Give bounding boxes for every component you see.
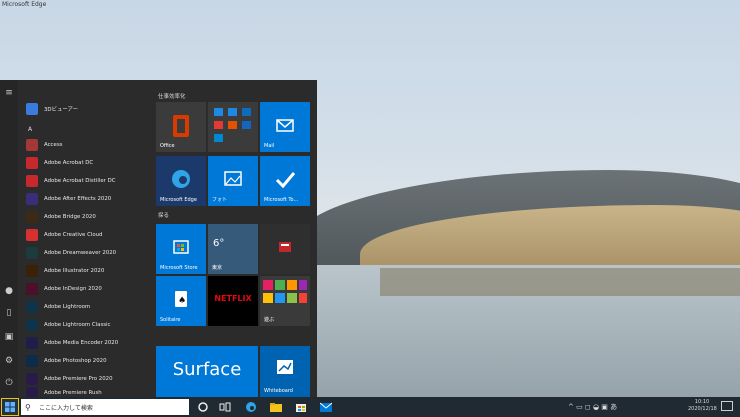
tile-weather[interactable]: 6° 東京 bbox=[208, 224, 258, 274]
acrobat-distiller-icon bbox=[26, 175, 38, 187]
hamburger-icon[interactable]: ≡ bbox=[4, 88, 14, 98]
tile-news[interactable] bbox=[260, 224, 310, 274]
acrobat-icon bbox=[26, 157, 38, 169]
app-item-3d-viewer[interactable]: 3Dビューアー bbox=[26, 102, 78, 116]
search-placeholder: ここに入力して検索 bbox=[39, 404, 93, 412]
3d-viewer-icon bbox=[26, 103, 38, 115]
tile-group-header: 探る bbox=[158, 213, 170, 219]
taskbar: ⚲ ここに入力して検索 ^ ▭ ◻ ◒ ▣ あ 10:10 2020/12/18 bbox=[0, 397, 740, 417]
tile-play-folder[interactable]: 遊ぶ bbox=[260, 276, 310, 326]
start-button[interactable] bbox=[1, 398, 19, 416]
app-item[interactable]: Adobe Media Encoder 2020 bbox=[26, 336, 118, 350]
app-item[interactable]: Adobe Acrobat Distiller DC bbox=[26, 174, 116, 188]
premiere-pro-icon bbox=[26, 373, 38, 385]
tile-photos[interactable]: フォト bbox=[208, 156, 258, 206]
app-item[interactable]: Adobe Illustrator 2020 bbox=[26, 264, 104, 278]
dreamweaver-icon bbox=[26, 247, 38, 259]
media-encoder-icon bbox=[26, 337, 38, 349]
clock-time: 10:10 bbox=[694, 399, 710, 405]
app-item[interactable]: Adobe Bridge 2020 bbox=[26, 210, 96, 224]
app-item[interactable]: Adobe Acrobat DC bbox=[26, 156, 93, 170]
cortana-icon[interactable] bbox=[197, 401, 209, 413]
tile-todo[interactable]: Microsoft To... bbox=[260, 156, 310, 206]
tile-netflix[interactable]: NETFLIX bbox=[208, 276, 258, 326]
lightroom-icon bbox=[26, 301, 38, 313]
file-explorer-icon[interactable] bbox=[270, 401, 282, 413]
app-item[interactable]: Adobe Photoshop 2020 bbox=[26, 354, 107, 368]
surface-logo: Surface bbox=[172, 359, 242, 380]
app-item[interactable]: Adobe Premiere Pro 2020 bbox=[26, 372, 113, 386]
tile-whiteboard[interactable]: Whiteboard bbox=[260, 346, 310, 397]
store-taskbar-icon[interactable] bbox=[295, 401, 307, 413]
search-icon: ⚲ bbox=[25, 402, 31, 412]
lightroom-classic-icon bbox=[26, 319, 38, 331]
creative-cloud-icon bbox=[26, 229, 38, 241]
app-letter-header[interactable]: A bbox=[28, 126, 32, 133]
tile-office-apps-folder[interactable] bbox=[208, 102, 258, 152]
photoshop-icon bbox=[26, 355, 38, 367]
app-item[interactable]: Adobe Lightroom bbox=[26, 300, 90, 314]
start-rail: ≡ ● ▯ ▣ ⚙ ⏻ bbox=[0, 80, 18, 397]
app-item[interactable]: Adobe After Effects 2020 bbox=[26, 192, 111, 206]
app-item[interactable]: Adobe Creative Cloud bbox=[26, 228, 102, 242]
access-icon bbox=[26, 139, 38, 151]
tile-surface[interactable]: Surface bbox=[156, 346, 258, 397]
windows-logo-icon bbox=[5, 402, 15, 412]
tile-edge[interactable]: Microsoft Edge bbox=[156, 156, 206, 206]
indesign-icon bbox=[26, 283, 38, 295]
system-tray[interactable]: ^ ▭ ◻ ◒ ▣ あ bbox=[568, 402, 617, 412]
app-item[interactable]: Adobe InDesign 2020 bbox=[26, 282, 102, 296]
taskbar-search-box[interactable]: ⚲ ここに入力して検索 bbox=[21, 399, 189, 415]
tile-group-header: 仕事効率化 bbox=[158, 94, 186, 100]
app-item[interactable]: Adobe Dreamweaver 2020 bbox=[26, 246, 116, 260]
office-apps-icon bbox=[214, 108, 251, 142]
tile-solitaire[interactable]: ♠ Solitaire bbox=[156, 276, 206, 326]
task-view-icon[interactable] bbox=[219, 401, 231, 413]
svg-text:♠: ♠ bbox=[178, 296, 186, 306]
power-icon[interactable]: ⏻ bbox=[4, 378, 14, 388]
tile-store[interactable]: Microsoft Store bbox=[156, 224, 206, 274]
news-icon bbox=[279, 242, 291, 252]
weather-temp: 6° bbox=[213, 238, 225, 249]
illustrator-icon bbox=[26, 265, 38, 277]
bridge-icon bbox=[26, 211, 38, 223]
after-effects-icon bbox=[26, 193, 38, 205]
app-item[interactable]: Adobe Lightroom Classic bbox=[26, 318, 111, 332]
pictures-icon[interactable]: ▣ bbox=[4, 332, 14, 342]
app-item[interactable]: Access bbox=[26, 138, 62, 152]
clock-date: 2020/12/18 bbox=[688, 406, 717, 412]
tile-area: 仕事効率化 Office Mail Microsoft Edge フォト Mic… bbox=[156, 80, 316, 397]
documents-icon[interactable]: ▯ bbox=[4, 308, 14, 318]
app-list: 3Dビューアー A Access Adobe Acrobat DC Adobe … bbox=[20, 80, 150, 399]
netflix-logo: NETFLIX bbox=[214, 294, 252, 303]
tile-office[interactable]: Office bbox=[156, 102, 206, 152]
taskbar-clock[interactable]: 10:10 2020/12/18 bbox=[688, 399, 717, 413]
mail-taskbar-icon[interactable] bbox=[320, 401, 332, 413]
edge-taskbar-icon[interactable] bbox=[245, 401, 257, 413]
window-title: Microsoft Edge bbox=[2, 1, 47, 8]
tile-mail[interactable]: Mail bbox=[260, 102, 310, 152]
start-menu: ≡ ● ▯ ▣ ⚙ ⏻ 3Dビューアー A Access Adobe Acrob… bbox=[0, 80, 317, 399]
wallpaper-reflection bbox=[380, 268, 740, 296]
user-icon[interactable]: ● bbox=[4, 286, 14, 296]
notification-center-icon[interactable] bbox=[721, 401, 733, 411]
settings-gear-icon[interactable]: ⚙ bbox=[4, 356, 14, 366]
